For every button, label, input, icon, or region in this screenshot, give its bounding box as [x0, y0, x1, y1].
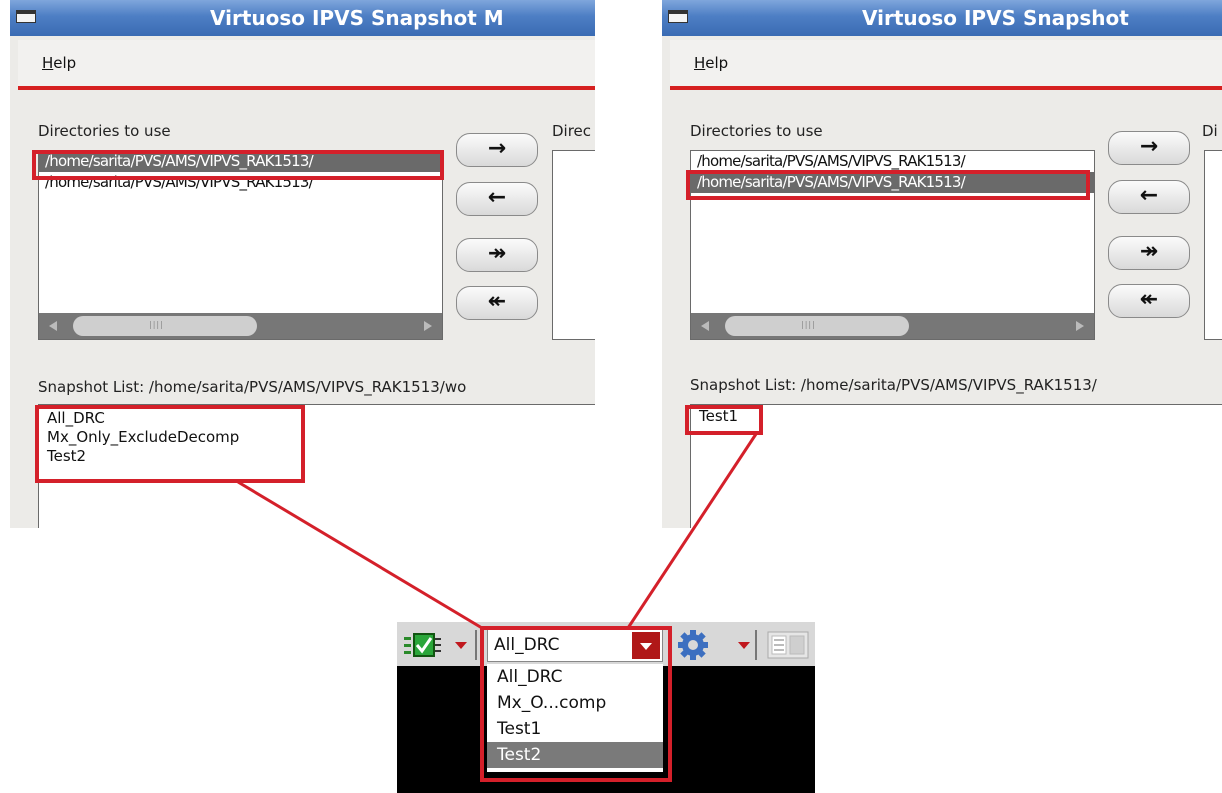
directories-label: Directories to use	[38, 122, 171, 140]
dropdown-option[interactable]: Mx_O...comp	[487, 690, 663, 716]
dropdown-option[interactable]: Test2	[487, 742, 663, 768]
right-snapshot-manager-window: Virtuoso IPVS Snapshot Help Directories …	[662, 0, 1222, 528]
toolbar-separator	[669, 630, 671, 660]
move-left-button[interactable]: ←	[1108, 180, 1190, 214]
horizontal-scrollbar[interactable]: ||||	[39, 313, 442, 339]
grip-icon: ||||	[149, 320, 164, 329]
destination-label: Di	[1202, 122, 1218, 140]
destination-label: Direc	[552, 122, 592, 140]
chevron-down-icon[interactable]	[455, 642, 467, 649]
gear-icon[interactable]	[676, 628, 716, 662]
snapshot-item[interactable]: Test1	[691, 407, 1222, 426]
destination-list[interactable]	[1204, 150, 1222, 340]
toolbar-separator	[475, 630, 477, 660]
snapshot-item[interactable]: All_DRC	[39, 409, 595, 428]
snapshot-dropdown-list[interactable]: All_DRC Mx_O...comp Test1 Test2	[487, 664, 663, 772]
snapshot-combo[interactable]: All_DRC	[487, 629, 663, 662]
left-snapshot-manager-window: Virtuoso IPVS Snapshot M Help Directorie…	[10, 0, 595, 528]
scroll-right-icon[interactable]	[424, 321, 432, 331]
snapshot-list-label: Snapshot List: /home/sarita/PVS/AMS/VIPV…	[38, 378, 467, 396]
move-all-left-button[interactable]: ↞	[456, 286, 538, 320]
directory-item[interactable]: /home/sarita/PVS/AMS/VIPVS_RAK1513/	[39, 151, 442, 172]
directory-item[interactable]: /home/sarita/PVS/AMS/VIPVS_RAK1513/	[691, 151, 1094, 172]
horizontal-scrollbar[interactable]: ||||	[691, 313, 1094, 339]
title-bar: Virtuoso IPVS Snapshot	[662, 0, 1222, 36]
list-panel-icon[interactable]	[766, 630, 810, 660]
snapshot-list[interactable]: Test1	[690, 404, 1222, 528]
move-all-right-button[interactable]: ↠	[456, 238, 538, 272]
scroll-thumb[interactable]	[725, 316, 909, 336]
directories-list[interactable]: /home/sarita/PVS/AMS/VIPVS_RAK1513/ /hom…	[38, 150, 443, 340]
scroll-left-icon[interactable]	[701, 321, 709, 331]
snapshot-list-label: Snapshot List: /home/sarita/PVS/AMS/VIPV…	[690, 376, 1097, 394]
directories-list[interactable]: /home/sarita/PVS/AMS/VIPVS_RAK1513/ /hom…	[690, 150, 1095, 340]
move-right-button[interactable]: →	[1108, 131, 1190, 165]
directory-item[interactable]: /home/sarita/PVS/AMS/VIPVS_RAK1513/	[691, 172, 1094, 193]
menu-bar: Help	[18, 40, 595, 90]
scroll-left-icon[interactable]	[49, 321, 57, 331]
combo-value: All_DRC	[494, 635, 560, 655]
window-menu-icon[interactable]	[668, 10, 688, 23]
destination-list[interactable]	[552, 150, 595, 340]
help-menu[interactable]: Help	[42, 54, 76, 72]
scroll-thumb[interactable]	[73, 316, 257, 336]
window-menu-icon[interactable]	[16, 10, 36, 23]
window-title: Virtuoso IPVS Snapshot	[862, 6, 1129, 30]
dropdown-option[interactable]: Test1	[487, 716, 663, 742]
snapshot-item[interactable]: Test2	[39, 447, 595, 466]
window-title: Virtuoso IPVS Snapshot M	[210, 6, 504, 30]
directories-label: Directories to use	[690, 122, 823, 140]
move-all-right-button[interactable]: ↠	[1108, 236, 1190, 270]
snapshot-item[interactable]: Mx_Only_ExcludeDecomp	[39, 428, 595, 447]
scroll-right-icon[interactable]	[1076, 321, 1084, 331]
chevron-down-icon[interactable]	[738, 642, 750, 649]
toolbar-separator	[755, 630, 757, 660]
directory-item[interactable]: /home/sarita/PVS/AMS/VIPVS_RAK1513/	[39, 172, 442, 193]
help-menu[interactable]: Help	[694, 54, 728, 72]
snapshot-list[interactable]: All_DRC Mx_Only_ExcludeDecomp Test2	[38, 404, 595, 528]
dropdown-option[interactable]: All_DRC	[487, 664, 663, 690]
checklist-icon[interactable]	[404, 632, 442, 660]
move-right-button[interactable]: →	[456, 133, 538, 167]
move-all-left-button[interactable]: ↞	[1108, 284, 1190, 318]
chevron-down-icon[interactable]	[632, 632, 660, 659]
move-left-button[interactable]: ←	[456, 182, 538, 216]
menu-bar: Help	[670, 40, 1222, 90]
title-bar: Virtuoso IPVS Snapshot M	[10, 0, 595, 36]
grip-icon: ||||	[801, 320, 816, 329]
